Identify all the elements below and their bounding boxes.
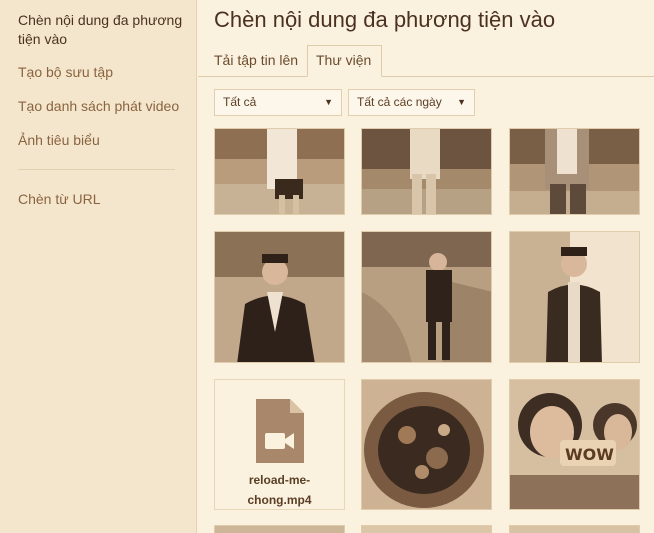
media-thumbnail[interactable] <box>361 525 492 533</box>
sidebar-item-featured-image[interactable]: Ảnh tiêu biểu <box>18 131 188 150</box>
media-thumbnail[interactable] <box>509 128 640 215</box>
media-type-filter-value: Tất cả <box>223 95 257 109</box>
video-file-icon <box>256 399 304 463</box>
sidebar-item-insert-media[interactable]: Chèn nội dung đa phương tiện vào <box>18 11 188 49</box>
file-name-line1: reload-me- <box>248 473 311 487</box>
sidebar-item-create-gallery[interactable]: Tạo bộ sưu tập <box>18 63 188 82</box>
tabs-divider <box>198 76 654 77</box>
sidebar-item-insert-from-url[interactable]: Chèn từ URL <box>18 190 188 209</box>
svg-text:WOW: WOW <box>565 445 614 464</box>
sidebar-item-create-video-playlist[interactable]: Tạo danh sách phát video <box>18 97 188 116</box>
media-thumbnail[interactable] <box>509 231 640 363</box>
tab-media-library[interactable]: Thư viện <box>307 45 382 77</box>
media-thumbnail[interactable] <box>361 379 492 510</box>
chevron-down-icon: ▼ <box>457 97 466 107</box>
sidebar-divider <box>18 169 175 170</box>
date-filter[interactable]: Tất cả các ngày ▼ <box>348 89 475 116</box>
media-thumbnail[interactable] <box>214 128 345 215</box>
media-thumbnail[interactable] <box>361 231 492 363</box>
media-file-thumbnail[interactable]: reload-me- chong.mp4 <box>214 379 345 510</box>
media-thumbnail[interactable] <box>214 231 345 363</box>
sidebar: Chèn nội dung đa phương tiện vào Tạo bộ … <box>0 0 197 533</box>
chevron-down-icon: ▼ <box>324 97 333 107</box>
page-title: Chèn nội dung đa phương tiện vào <box>214 7 556 32</box>
media-thumbnail[interactable] <box>509 525 640 533</box>
media-type-filter[interactable]: Tất cả ▼ <box>214 89 342 116</box>
media-thumbnail[interactable]: WOW <box>509 379 640 510</box>
tab-upload-files[interactable]: Tải tập tin lên <box>206 45 306 76</box>
media-thumbnail[interactable] <box>361 128 492 215</box>
date-filter-value: Tất cả các ngày <box>357 95 442 109</box>
file-name-line2: chong.mp4 <box>247 493 312 507</box>
media-thumbnail[interactable] <box>214 525 345 533</box>
